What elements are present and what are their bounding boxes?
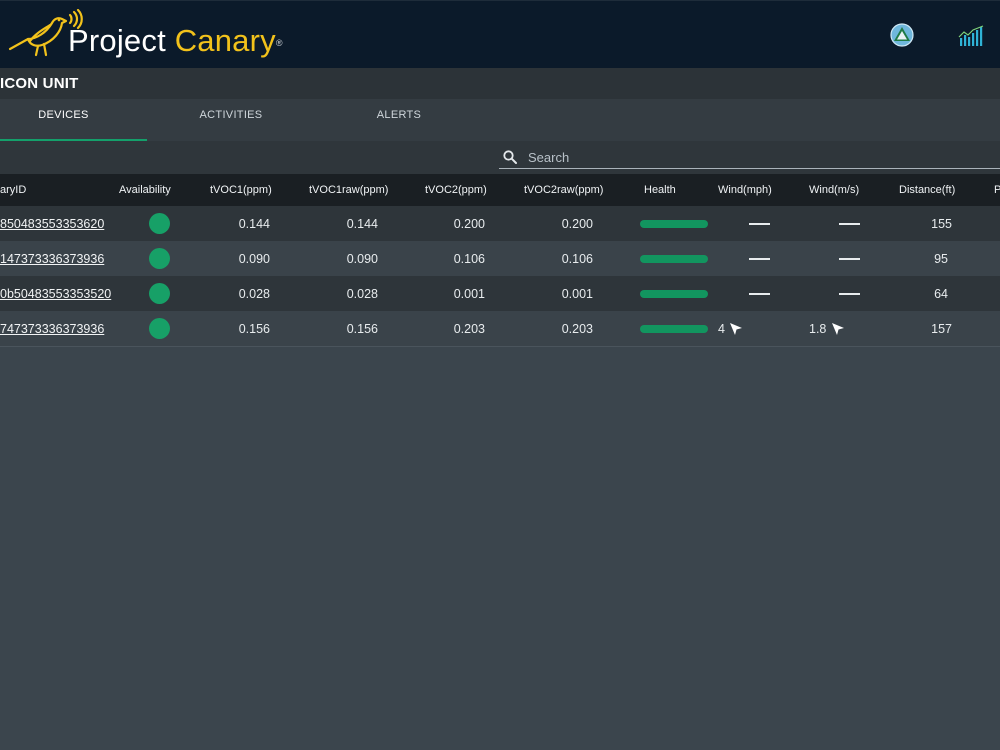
top-navbar: Project Canary®: [0, 0, 1000, 68]
distance-value: 157: [931, 322, 952, 336]
brand-title: Project Canary®: [68, 23, 283, 59]
tab-alerts-label: ALERTS: [376, 109, 422, 121]
search-icon: [503, 150, 517, 164]
column-header-tvoc2raw[interactable]: tVOC2raw(ppm): [524, 174, 603, 206]
registered-mark: ®: [275, 38, 283, 48]
wind-mph-empty: [749, 258, 770, 260]
wind-mph-value: 4: [718, 322, 725, 336]
tvoc1-value: 0.156: [238, 322, 270, 336]
tvoc2raw-value: 0.001: [561, 287, 593, 301]
distance-value: 64: [934, 287, 948, 301]
column-header-tvoc1[interactable]: tVOC1(ppm): [210, 174, 272, 206]
tvoc2-value: 0.106: [453, 252, 485, 266]
tvoc2-value: 0.203: [453, 322, 485, 336]
wind-ms-empty: [839, 223, 860, 225]
unit-title: ICON UNIT: [0, 75, 79, 92]
health-bar: [640, 255, 708, 263]
device-id-link[interactable]: 850483553353620: [0, 217, 104, 231]
column-header-wind-ms[interactable]: Wind(m/s): [809, 174, 859, 206]
availability-indicator: [149, 318, 170, 339]
column-header-tvoc1raw[interactable]: tVOC1raw(ppm): [309, 174, 388, 206]
tvoc1-value: 0.028: [238, 287, 270, 301]
wind-mph-empty: [749, 223, 770, 225]
tvoc1raw-value: 0.090: [346, 252, 378, 266]
availability-indicator: [149, 283, 170, 304]
column-header-health[interactable]: Health: [644, 174, 676, 206]
table-row[interactable]: 147373336373936 0.090 0.090 0.106 0.106 …: [0, 241, 1000, 277]
availability-indicator: [149, 213, 170, 234]
column-header-wind-mph[interactable]: Wind(mph): [718, 174, 772, 206]
wind-arrow-icon: [730, 323, 742, 335]
distance-value: 155: [931, 217, 952, 231]
tvoc1raw-value: 0.144: [346, 217, 378, 231]
search-box[interactable]: [499, 147, 1000, 169]
tvoc2raw-value: 0.106: [561, 252, 593, 266]
tvoc1raw-value: 0.156: [346, 322, 378, 336]
map-icon[interactable]: [889, 22, 915, 48]
tab-activities-label: ACTIVITIES: [199, 109, 263, 121]
wind-arrow-icon: [832, 323, 844, 335]
column-header-id[interactable]: aryID: [0, 174, 26, 206]
tvoc2raw-value: 0.203: [561, 322, 593, 336]
tvoc2-value: 0.200: [453, 217, 485, 231]
column-header-distance[interactable]: Distance(ft): [899, 174, 955, 206]
column-header-p[interactable]: P: [994, 174, 1000, 206]
tvoc1raw-value: 0.028: [346, 287, 378, 301]
column-header-availability[interactable]: Availability: [119, 174, 171, 206]
tab-devices-label: DEVICES: [38, 109, 89, 121]
search-input[interactable]: [528, 148, 988, 166]
health-bar: [640, 325, 708, 333]
search-row: [0, 141, 1000, 174]
health-bar: [640, 220, 708, 228]
wind-ms-empty: [839, 293, 860, 295]
tab-bar: DEVICES ACTIVITIES ALERTS: [0, 99, 1000, 141]
health-bar: [640, 290, 708, 298]
wind-ms-value: 1.8: [809, 322, 827, 336]
tvoc1-value: 0.144: [238, 217, 270, 231]
unit-bar: ICON UNIT: [0, 68, 1000, 99]
device-id-link[interactable]: 0b50483553353520: [0, 287, 111, 301]
tab-activities[interactable]: ACTIVITIES: [180, 99, 282, 141]
tvoc1-value: 0.090: [238, 252, 270, 266]
tvoc2-value: 0.001: [453, 287, 485, 301]
table-row[interactable]: 0b50483553353520 0.028 0.028 0.001 0.001…: [0, 276, 1000, 312]
device-id-link[interactable]: 147373336373936: [0, 252, 104, 266]
signal-chart-icon[interactable]: [958, 25, 984, 47]
tvoc2raw-value: 0.200: [561, 217, 593, 231]
device-id-link[interactable]: 747373336373936: [0, 322, 104, 336]
column-header-tvoc2[interactable]: tVOC2(ppm): [425, 174, 487, 206]
distance-value: 95: [934, 252, 948, 266]
table-row[interactable]: 850483553353620 0.144 0.144 0.200 0.200 …: [0, 206, 1000, 242]
wind-mph-empty: [749, 293, 770, 295]
brand-word-project: Project: [68, 23, 166, 58]
tab-devices[interactable]: DEVICES: [0, 99, 147, 141]
availability-indicator: [149, 248, 170, 269]
brand-word-canary: Canary: [174, 23, 276, 58]
wind-ms-empty: [839, 258, 860, 260]
table-header: aryID Availability tVOC1(ppm) tVOC1raw(p…: [0, 174, 1000, 206]
table-row[interactable]: 747373336373936 0.156 0.156 0.203 0.203 …: [0, 311, 1000, 347]
tab-alerts[interactable]: ALERTS: [358, 99, 440, 141]
